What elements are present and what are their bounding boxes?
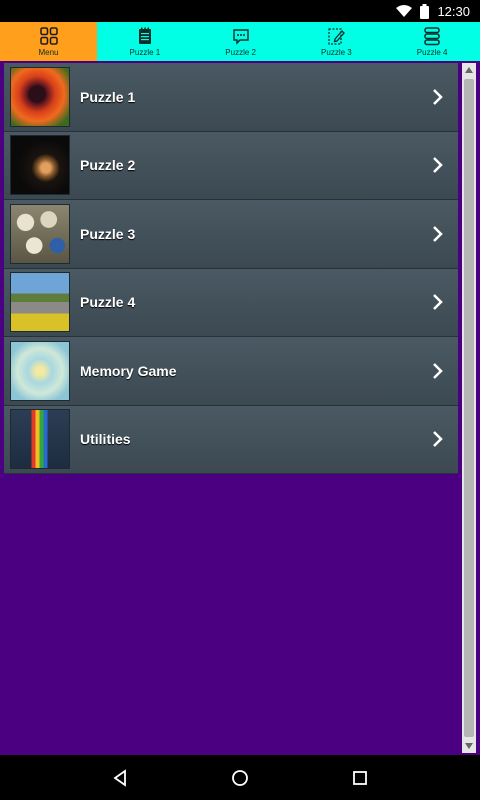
eggs-image: [10, 203, 70, 264]
list-item-label: Puzzle 2: [80, 157, 136, 174]
list-item-puzzle-3[interactable]: Puzzle 3: [4, 200, 458, 269]
chevron-right-icon: [430, 88, 446, 106]
tab-puzzle-3[interactable]: Puzzle 3: [289, 22, 385, 61]
landscape-image: [10, 272, 70, 333]
pattern-image: [10, 340, 70, 401]
chevron-right-icon: [430, 225, 446, 243]
database-icon: [422, 26, 442, 48]
chevron-right-icon: [430, 156, 446, 174]
list-item-utilities[interactable]: Utilities: [4, 405, 458, 474]
list-item-memory-game[interactable]: Memory Game: [4, 337, 458, 406]
scroll-down-arrow-icon[interactable]: [462, 739, 476, 753]
list-item-label: Puzzle 1: [80, 88, 136, 105]
tab-puzzle-1[interactable]: Puzzle 1: [97, 22, 193, 61]
list-item-label: Puzzle 3: [80, 225, 136, 242]
list-item-label: Puzzle 4: [80, 294, 136, 311]
content-area: Puzzle 1 Puzzle 2 Puzzle 3 Puzzle 4 Memo…: [0, 61, 480, 755]
menu-list: Puzzle 1 Puzzle 2 Puzzle 3 Puzzle 4 Memo…: [4, 63, 458, 474]
home-icon[interactable]: [220, 758, 260, 798]
back-icon[interactable]: [100, 758, 140, 798]
list-item-label: Memory Game: [80, 362, 177, 379]
grid-icon: [39, 26, 59, 48]
wifi-icon: [396, 4, 413, 18]
battery-icon: [420, 3, 430, 19]
tab-label: Puzzle 3: [321, 48, 352, 57]
tab-label: Puzzle 1: [129, 48, 161, 57]
tab-bar: Menu Puzzle 1 Puzzle 2 Puzzle 3 Puzzle 4: [0, 22, 480, 61]
tab-label: Puzzle 4: [416, 48, 448, 57]
tab-puzzle-2[interactable]: Puzzle 2: [193, 22, 289, 61]
tab-menu[interactable]: Menu: [0, 22, 97, 61]
notepad-icon: [135, 26, 155, 48]
edit-icon: [326, 26, 346, 48]
scroll-up-arrow-icon[interactable]: [462, 63, 476, 77]
status-bar: 12:30: [0, 0, 480, 22]
tab-label: Menu: [38, 48, 59, 57]
pencils-image: [10, 409, 70, 470]
chevron-right-icon: [430, 293, 446, 311]
navigation-bar: [0, 755, 480, 800]
chat-icon: [231, 26, 251, 48]
vertical-scrollbar[interactable]: [462, 63, 476, 753]
planet-image: [10, 135, 70, 196]
chevron-right-icon: [430, 430, 446, 448]
list-item-puzzle-2[interactable]: Puzzle 2: [4, 131, 458, 200]
tab-label: Puzzle 2: [225, 48, 256, 57]
scrollbar-thumb[interactable]: [464, 79, 474, 737]
recents-icon[interactable]: [340, 758, 380, 798]
list-item-puzzle-1[interactable]: Puzzle 1: [4, 63, 458, 132]
flower-image: [10, 66, 70, 127]
chevron-right-icon: [430, 362, 446, 380]
tab-puzzle-4[interactable]: Puzzle 4: [384, 22, 480, 61]
status-time: 12:30: [437, 3, 470, 19]
list-item-puzzle-4[interactable]: Puzzle 4: [4, 268, 458, 337]
list-item-label: Utilities: [80, 431, 131, 448]
